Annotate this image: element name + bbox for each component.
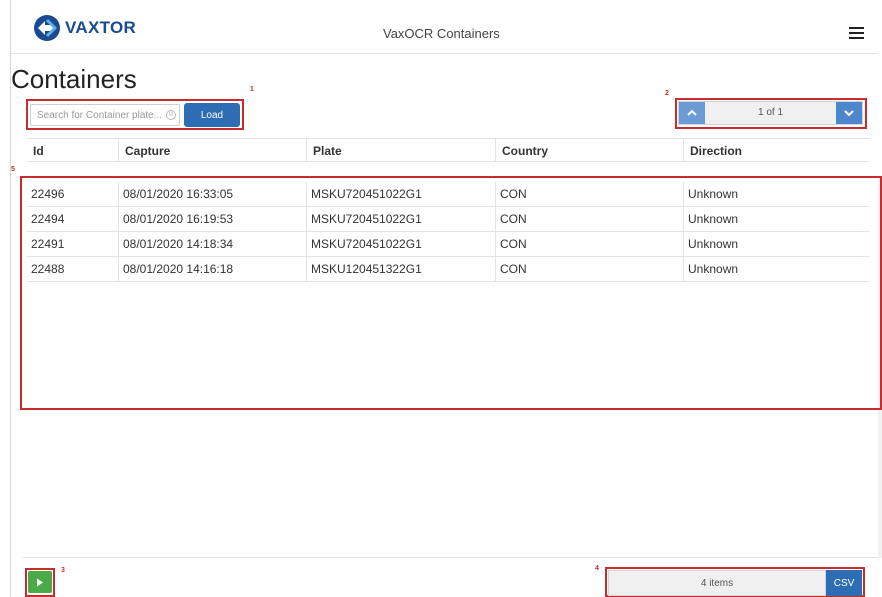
cell-direction: Unknown	[683, 257, 870, 281]
annotation-number: 1	[250, 86, 254, 93]
annotation-number: 5	[11, 166, 15, 173]
app-title: VaxOCR Containers	[383, 26, 500, 41]
next-page-button[interactable]	[836, 102, 862, 124]
brand-logo[interactable]: VAXTOR	[33, 14, 136, 42]
cell-id: 22488	[31, 262, 65, 276]
cell-plate: MSKU720451022G1	[306, 182, 495, 206]
cell-direction: Unknown	[683, 182, 870, 206]
cell-country: CON	[495, 182, 683, 206]
cell-id: 22496	[31, 187, 65, 201]
vaxtor-logo-icon	[34, 15, 60, 41]
cell-direction: Unknown	[683, 207, 870, 231]
cell-country: CON	[495, 232, 683, 256]
chevron-up-icon	[687, 109, 697, 116]
column-header-country[interactable]: Country	[495, 139, 683, 161]
column-header-capture[interactable]: Capture	[118, 139, 306, 161]
chevron-down-icon	[844, 110, 854, 117]
cell-capture: 08/01/2020 14:16:18	[118, 257, 306, 281]
cell-capture: 08/01/2020 16:33:05	[118, 182, 306, 206]
cell-capture: 08/01/2020 16:19:53	[118, 207, 306, 231]
table-row[interactable]: 22491 08/01/2020 14:18:34 MSKU720451022G…	[27, 232, 870, 257]
cell-plate: MSKU120451322G1	[306, 257, 495, 281]
cell-id: 22494	[31, 212, 65, 226]
table-header: Id Capture Plate Country Direction	[27, 138, 870, 162]
play-icon	[37, 578, 43, 586]
brand-name: VAXTOR	[65, 18, 137, 37]
table-row[interactable]: 22494 08/01/2020 16:19:53 MSKU720451022G…	[27, 207, 870, 232]
table-row[interactable]: 22496 08/01/2020 16:33:05 MSKU720451022G…	[27, 182, 870, 207]
page-indicator: 1 of 1	[757, 107, 784, 118]
top-bar: VAXTOR VaxOCR Containers	[11, 10, 877, 54]
cell-direction: Unknown	[683, 232, 870, 256]
column-header-direction[interactable]: Direction	[683, 139, 870, 161]
cell-id: 22491	[31, 237, 65, 251]
item-count: 4 items	[608, 570, 826, 596]
play-button[interactable]	[28, 571, 52, 593]
column-header-plate[interactable]: Plate	[306, 139, 495, 161]
csv-export-button[interactable]: CSV	[826, 570, 862, 596]
column-header-id[interactable]: Id	[27, 139, 118, 161]
load-button[interactable]: Load	[184, 103, 240, 127]
annotation-number: 2	[665, 90, 669, 97]
pager: 1 of 1	[678, 101, 863, 125]
table-body: 22496 08/01/2020 16:33:05 MSKU720451022G…	[27, 182, 870, 282]
clear-search-icon[interactable]: ⊘	[166, 110, 176, 120]
cell-capture: 08/01/2020 14:18:34	[118, 232, 306, 256]
cell-country: CON	[495, 257, 683, 281]
hamburger-menu-icon[interactable]	[849, 27, 864, 39]
annotation-number: 4	[595, 565, 599, 572]
cell-plate: MSKU720451022G1	[306, 207, 495, 231]
cell-plate: MSKU720451022G1	[306, 232, 495, 256]
previous-page-button[interactable]	[679, 102, 705, 124]
table-row[interactable]: 22488 08/01/2020 14:16:18 MSKU120451322G…	[27, 257, 870, 282]
annotation-number: 3	[61, 567, 65, 574]
cell-country: CON	[495, 207, 683, 231]
page-title: Containers	[11, 64, 137, 94]
search-input[interactable]	[30, 104, 180, 126]
